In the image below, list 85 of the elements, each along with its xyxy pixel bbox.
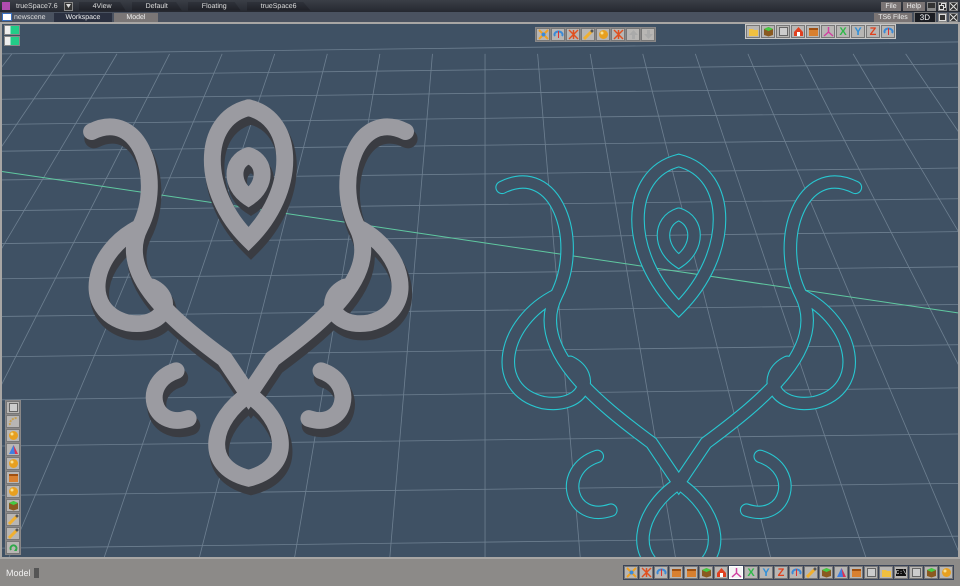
house-icon	[716, 567, 726, 578]
toolbar-button[interactable]	[6, 513, 20, 526]
toolbar-button[interactable]	[6, 471, 20, 484]
toolbar-button[interactable]	[639, 566, 653, 579]
toolbar-button[interactable]	[849, 566, 863, 579]
square-icon	[8, 402, 18, 413]
toolbar-button[interactable]	[699, 566, 713, 579]
toolbar-button[interactable]	[6, 401, 20, 414]
cone-icon	[8, 444, 18, 455]
cube-icon	[820, 567, 832, 578]
minimize-button[interactable]	[927, 2, 936, 10]
toolbar-button[interactable]	[669, 566, 683, 579]
close-icon	[950, 2, 957, 10]
caret-icon	[66, 4, 71, 8]
box-icon	[808, 26, 818, 37]
restore-button[interactable]	[938, 2, 947, 10]
toolbar-button[interactable]	[551, 28, 565, 41]
cube-icon	[8, 500, 18, 511]
toolbar-button[interactable]	[684, 566, 698, 579]
toolbar-button[interactable]	[761, 25, 775, 38]
toolbar-button[interactable]	[6, 429, 20, 442]
toolbar-button[interactable]	[624, 566, 638, 579]
box-icon	[670, 567, 682, 578]
maximize-button[interactable]	[938, 12, 947, 22]
toolbar-button[interactable]	[6, 415, 20, 428]
toolbar-button[interactable]	[819, 566, 833, 579]
house-icon	[792, 26, 804, 37]
box-icon	[8, 472, 18, 483]
toolbar-button[interactable]	[776, 25, 790, 38]
toolbar-button[interactable]	[746, 25, 760, 38]
toolbar-button[interactable]	[654, 566, 668, 579]
arrow-up-icon	[628, 29, 638, 40]
close-button[interactable]	[949, 12, 958, 22]
toolbar-button[interactable]	[6, 457, 20, 470]
box-icon	[686, 567, 696, 578]
arrow-down-icon	[642, 29, 654, 40]
toolbar-button[interactable]	[714, 566, 728, 579]
box-icon	[850, 567, 862, 578]
folder-icon	[880, 567, 892, 578]
status-indicator	[34, 568, 39, 578]
toolbar-button[interactable]	[536, 28, 550, 41]
folder-icon	[748, 26, 758, 37]
toolbar-button[interactable]	[789, 566, 803, 579]
toolbar-button[interactable]	[909, 566, 923, 579]
toolbar-button[interactable]	[806, 25, 820, 38]
toolbar-button[interactable]	[626, 28, 640, 41]
app-logo-icon	[2, 2, 10, 10]
close-icon	[950, 14, 957, 20]
toolbar-button[interactable]	[6, 485, 20, 498]
cube-icon	[926, 567, 936, 578]
dropdown-button[interactable]	[64, 2, 73, 10]
toolbar-button[interactable]	[881, 25, 895, 38]
close-button[interactable]	[949, 2, 958, 10]
toolbar-button[interactable]	[879, 566, 893, 579]
restore-icon	[939, 2, 946, 10]
toolbar-button[interactable]	[924, 566, 938, 579]
scene-icon	[2, 13, 12, 21]
square-icon	[910, 567, 922, 578]
toolbar-button[interactable]	[581, 28, 595, 41]
square-icon	[866, 567, 876, 578]
maximize-icon	[939, 14, 946, 20]
toolbar-button[interactable]	[834, 566, 848, 579]
toolbar-button[interactable]	[821, 25, 835, 38]
cube-icon	[700, 567, 712, 578]
toolbar-button[interactable]: Z	[774, 566, 788, 579]
cone-icon	[836, 567, 846, 578]
toolbar-button[interactable]: Z	[866, 25, 880, 38]
view-mode-button[interactable]: 3D	[914, 12, 936, 22]
panel-icon[interactable]	[4, 36, 20, 46]
toolbar-button[interactable]	[939, 566, 953, 579]
toolbar-button[interactable]	[611, 28, 625, 41]
toolbar-button[interactable]	[566, 28, 580, 41]
toolbar-button[interactable]	[864, 566, 878, 579]
toolbar-button[interactable]	[804, 566, 818, 579]
toolbar-button[interactable]	[596, 28, 610, 41]
toolbar-button[interactable]	[641, 28, 655, 41]
toolbar-button[interactable]	[6, 541, 20, 554]
status-mode: Model	[6, 568, 31, 578]
cube-icon	[762, 26, 774, 37]
toolbar-button[interactable]	[791, 25, 805, 38]
panel-icon[interactable]	[4, 25, 20, 35]
toolbar-button[interactable]	[6, 499, 20, 512]
toolbar-button[interactable]	[6, 443, 20, 456]
toolbar-button[interactable]	[6, 527, 20, 540]
square-icon	[778, 26, 788, 37]
